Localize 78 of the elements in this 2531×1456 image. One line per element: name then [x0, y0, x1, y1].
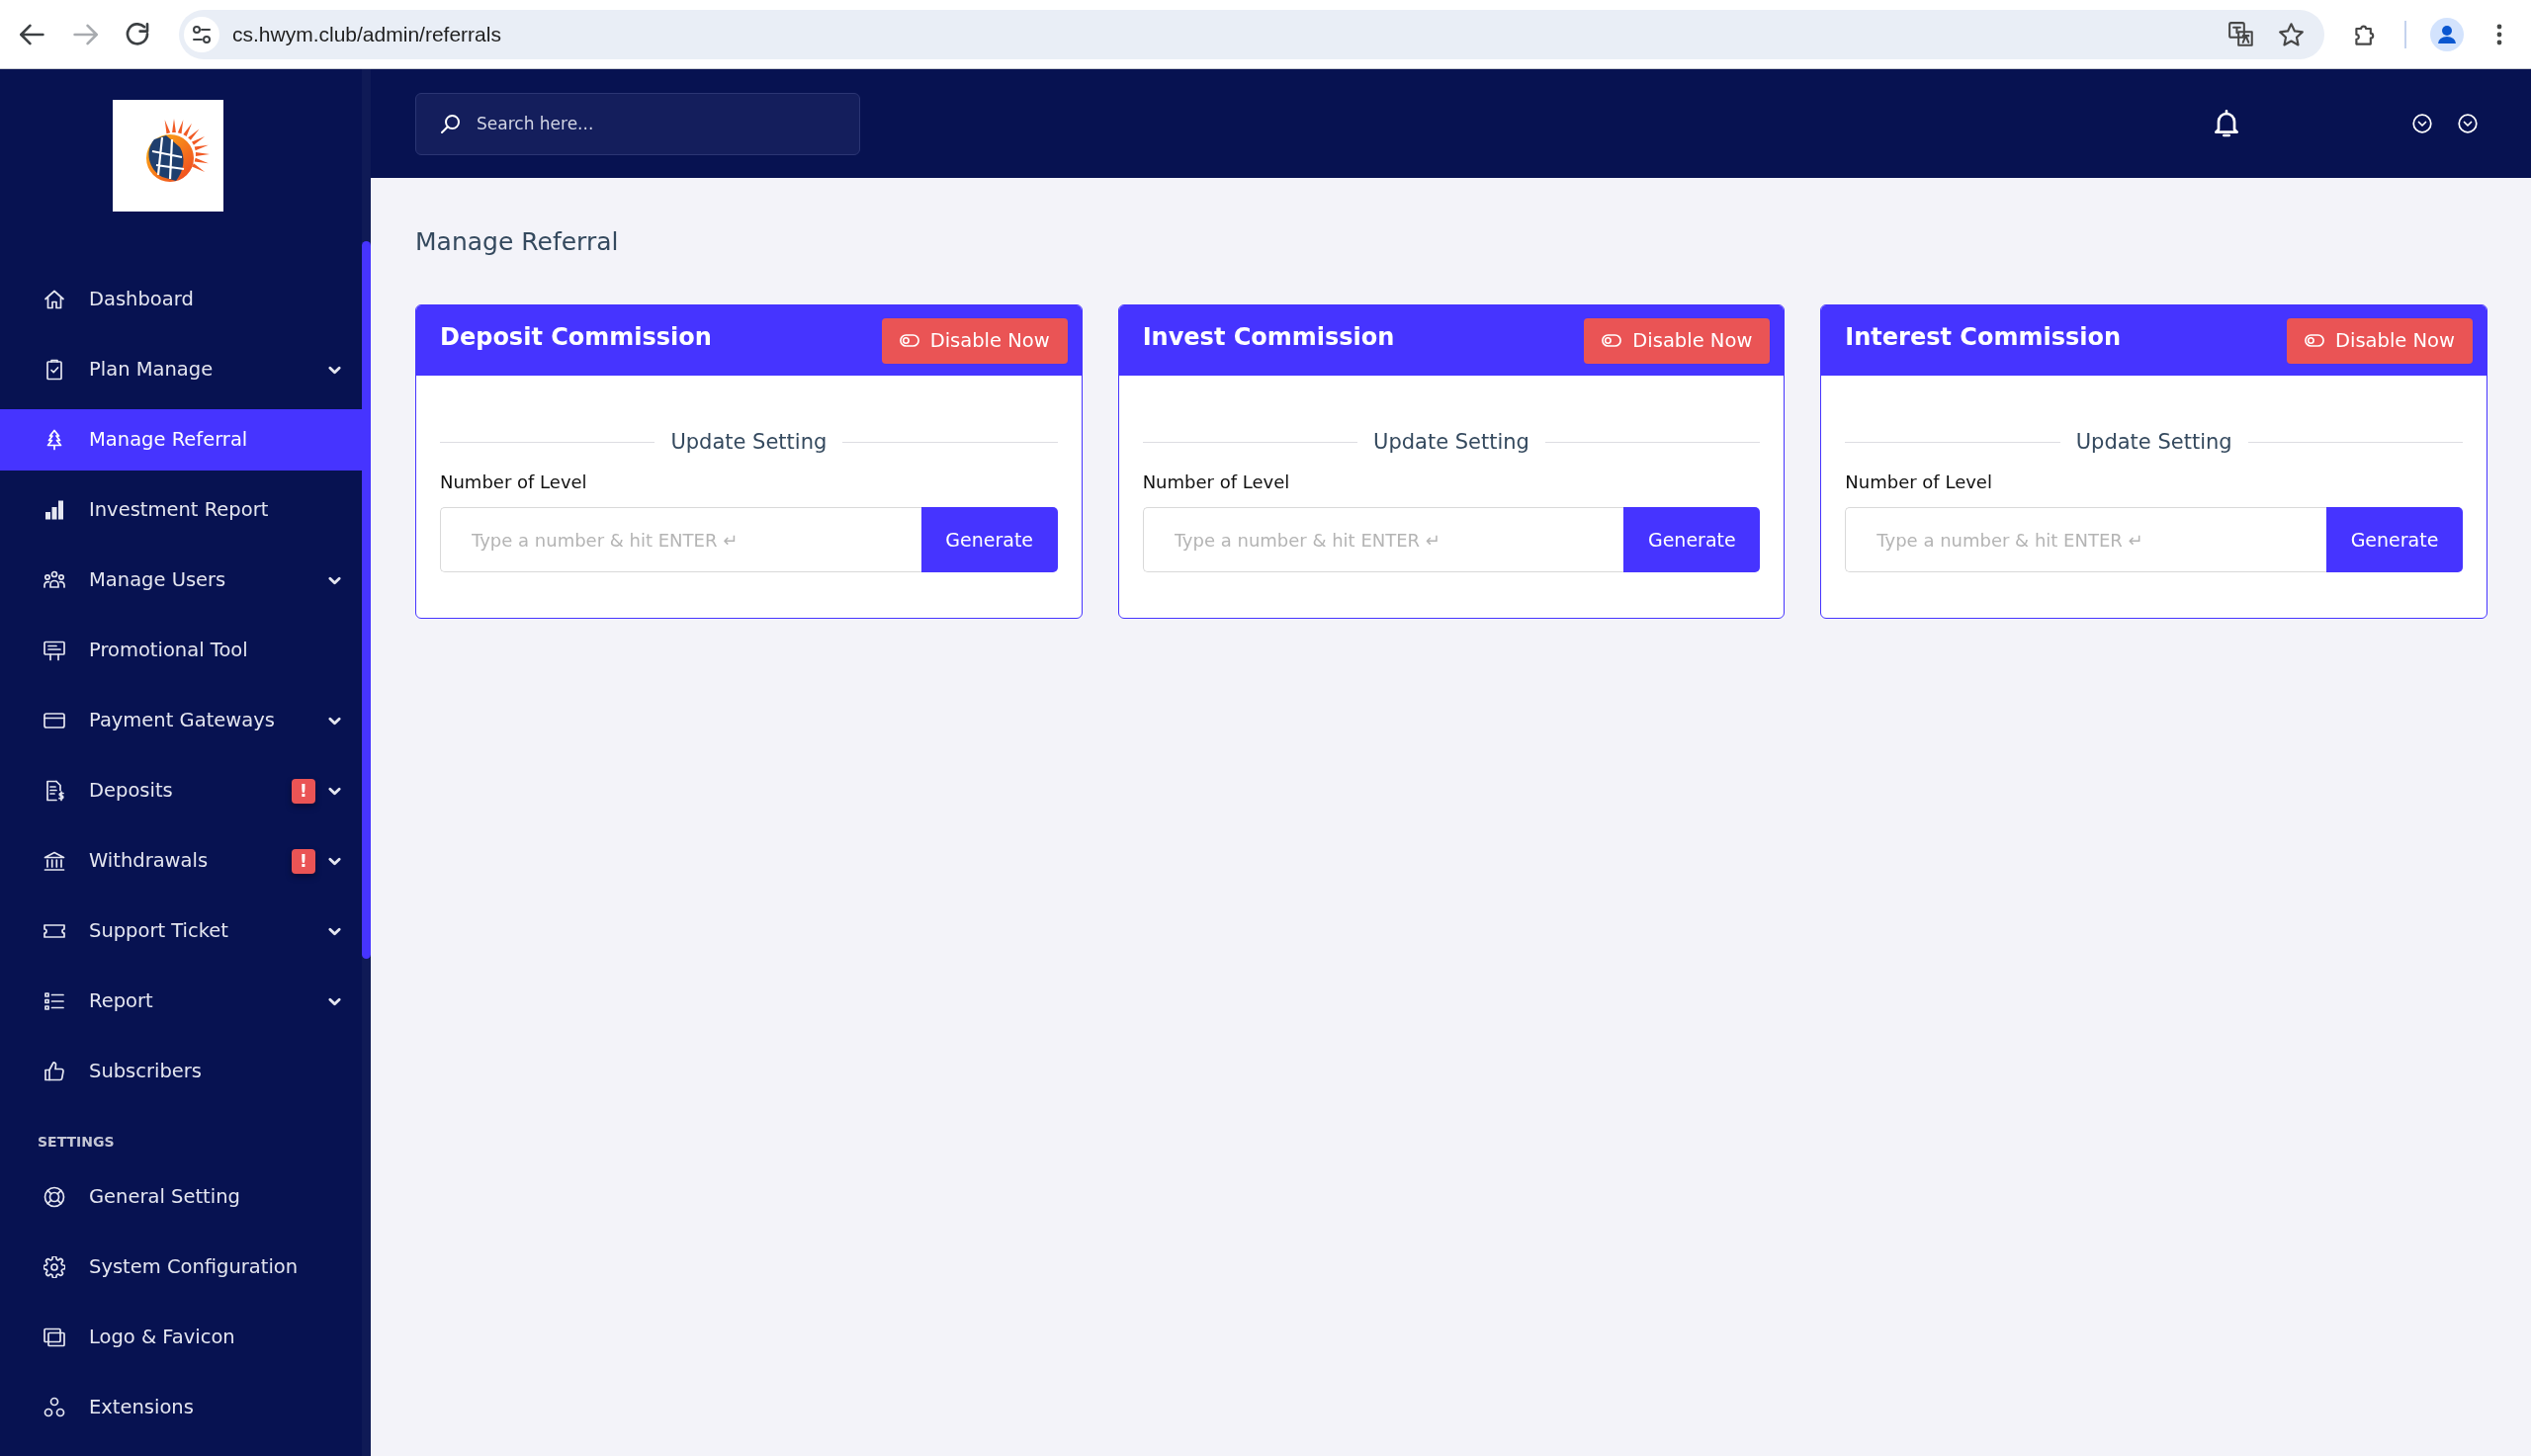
settings-icon [44, 1256, 65, 1278]
reload-icon[interactable] [125, 22, 150, 46]
toggle-icon [1602, 334, 1622, 347]
level-input[interactable]: Type a number & hit ENTER ↵ [440, 507, 921, 572]
chevron-down-icon [328, 716, 341, 726]
url-text: cs.hwym.club/admin/referrals [232, 22, 501, 46]
disable-button[interactable]: Disable Now [1584, 317, 1771, 364]
chevron-down-icon [328, 926, 341, 936]
alert-badge: ! [292, 778, 315, 804]
sidebar-item[interactable]: Manage Referral [0, 409, 362, 471]
stacked-frames-icon [44, 1327, 65, 1348]
home-icon [44, 289, 65, 310]
sidebar-item[interactable]: Report [0, 971, 362, 1032]
sidebar-item[interactable]: Logo & Favicon [0, 1307, 362, 1368]
sidebar-item[interactable]: Plan Manage [0, 339, 362, 400]
chevron-down-icon [328, 786, 341, 796]
sidebar-item[interactable]: Investment Report [0, 479, 362, 541]
clipboard-check-icon [44, 359, 65, 381]
profile-avatar-icon[interactable] [2430, 17, 2464, 51]
sidebar-item[interactable]: Deposits ! [0, 760, 362, 821]
sidebar-item[interactable]: Extensions [0, 1377, 362, 1438]
more-options-icon[interactable] [2496, 23, 2502, 45]
chevron-down-icon [328, 996, 341, 1006]
back-icon[interactable] [20, 22, 45, 46]
sidebar-item[interactable]: Promotional Tool [0, 620, 362, 681]
sidebar-item[interactable]: Withdrawals ! [0, 830, 362, 892]
section-heading: SETTINGS [37, 1133, 116, 1152]
search-field[interactable]: Search here... [415, 92, 860, 155]
section-heading: Update Setting [1373, 429, 1529, 456]
chevron-circle-icon[interactable] [2458, 114, 2478, 133]
level-input[interactable]: Type a number & hit ENTER ↵ [1142, 507, 1624, 572]
chevron-circle-icon[interactable] [2412, 114, 2432, 133]
invoice-dollar-icon [44, 780, 65, 802]
disable-button[interactable]: Disable Now [2287, 317, 2473, 364]
sidebar-item[interactable]: System Configuration [0, 1237, 362, 1298]
disable-button[interactable]: Disable Now [881, 317, 1068, 364]
credit-card-icon [44, 710, 65, 731]
sidebar-item[interactable]: General Setting [0, 1166, 362, 1228]
generate-button[interactable]: Generate [920, 507, 1058, 572]
generate-button[interactable]: Generate [2326, 507, 2463, 572]
thumbs-up-icon [44, 1061, 65, 1082]
globe-sun-logo[interactable] [113, 100, 223, 212]
translate-icon[interactable] [2228, 21, 2254, 47]
search-icon [441, 114, 460, 133]
field-label: Number of Level [440, 471, 587, 493]
alert-badge: ! [292, 848, 315, 874]
sidebar-item[interactable]: Support Ticket [0, 900, 362, 962]
level-input[interactable]: Type a number & hit ENTER ↵ [1845, 507, 2326, 572]
list-icon [44, 990, 65, 1012]
circles-cluster-icon [44, 1397, 65, 1418]
site-controls-icon[interactable] [184, 16, 219, 52]
chevron-down-icon [328, 365, 341, 375]
sidebar-item[interactable]: Dashboard [0, 269, 362, 330]
scrollbar-thumb[interactable] [362, 241, 371, 959]
field-label: Number of Level [1845, 471, 1992, 493]
card-title: Deposit Commission [440, 321, 712, 352]
page-title: Manage Referral [415, 226, 619, 258]
chevron-down-icon [328, 575, 341, 585]
field-label: Number of Level [1142, 471, 1290, 493]
card-title: Invest Commission [1142, 321, 1395, 352]
users-icon [44, 569, 65, 591]
bell-icon[interactable] [2215, 110, 2238, 137]
card-title: Interest Commission [1845, 321, 2122, 352]
star-icon[interactable] [2279, 22, 2304, 46]
section-heading: Update Setting [2075, 429, 2232, 456]
sidebar-item[interactable]: Manage Users [0, 550, 362, 611]
bar-chart-icon [44, 499, 65, 521]
sidebar-item[interactable]: Subscribers [0, 1041, 362, 1102]
sidebar-item[interactable]: Payment Gateways [0, 690, 362, 751]
address-bar[interactable]: cs.hwym.club/admin/referrals [179, 9, 2324, 59]
toggle-icon [899, 334, 919, 347]
toggle-icon [2305, 334, 2324, 347]
chevron-down-icon [328, 856, 341, 866]
generate-button[interactable]: Generate [1623, 507, 1761, 572]
lifebuoy-icon [44, 1186, 65, 1208]
bank-icon [44, 850, 65, 872]
billboard-icon [44, 640, 65, 661]
section-heading: Update Setting [670, 429, 828, 456]
